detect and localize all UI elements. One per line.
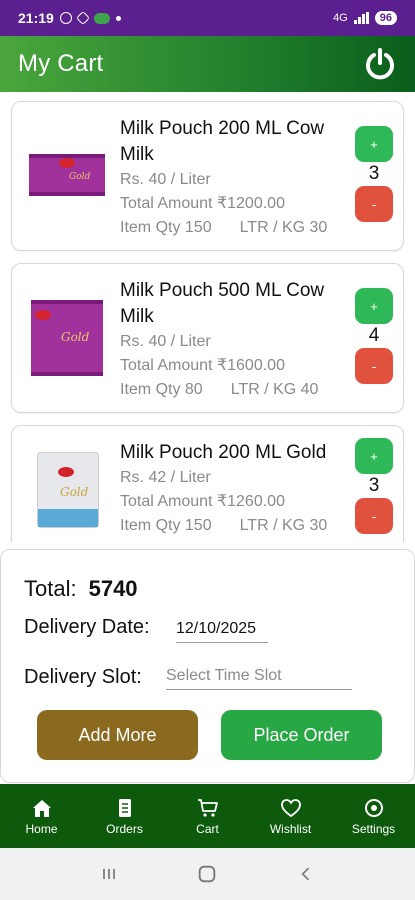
item-ltr-kg: LTR / KG 30 xyxy=(239,517,328,534)
power-icon xyxy=(366,48,394,80)
whatsapp-notification-icon xyxy=(93,12,110,24)
home-icon xyxy=(32,799,51,817)
increase-button[interactable]: + xyxy=(355,126,393,162)
order-summary-panel: Total: 5740 Delivery Date: 12/10/2025 De… xyxy=(0,549,415,783)
delivery-slot-label: Delivery Slot: xyxy=(24,666,142,688)
home-circle-icon xyxy=(199,865,216,883)
app-notification-icon xyxy=(75,10,90,26)
notification-icon xyxy=(59,12,72,24)
status-time: 21:19 xyxy=(18,10,54,26)
item-info: Milk Pouch 500 ML Cow Milk Rs. 40 / Lite… xyxy=(120,278,356,402)
quantity-stepper: + 4 - xyxy=(355,288,393,384)
decrease-button[interactable]: - xyxy=(355,186,393,222)
nav-label: Settings xyxy=(351,821,396,836)
add-more-button[interactable]: Add More xyxy=(37,710,198,760)
delivery-slot-select[interactable]: Select Time Slot xyxy=(166,667,352,690)
nav-item-settings[interactable]: Settings xyxy=(332,784,415,848)
status-right: 4G 96 xyxy=(333,11,397,25)
product-image: Gold xyxy=(27,142,107,207)
increase-button[interactable]: + xyxy=(355,438,393,474)
item-price: Rs. 42 / Liter xyxy=(120,469,211,486)
battery-icon: 96 xyxy=(374,11,397,25)
settings-icon xyxy=(364,798,383,817)
item-info: Milk Pouch 200 ML Cow Milk Rs. 40 / Lite… xyxy=(120,116,356,240)
item-qty: Item Qty 80 xyxy=(120,381,203,398)
item-ltr-kg: LTR / KG 30 xyxy=(239,219,328,236)
delivery-date-label: Delivery Date: xyxy=(24,616,150,638)
delivery-date-field[interactable]: 12/10/2025 xyxy=(176,620,268,643)
quantity-stepper: + 3 - xyxy=(355,126,393,222)
nav-item-orders[interactable]: Orders xyxy=(83,784,166,848)
quantity-stepper: + 3 - xyxy=(355,438,393,534)
more-notifications-icon xyxy=(115,15,121,21)
item-price: Rs. 40 / Liter xyxy=(120,333,211,350)
recent-apps-button[interactable] xyxy=(97,862,121,886)
item-price: Rs. 40 / Liter xyxy=(120,171,211,188)
page-title: My Cart xyxy=(18,50,104,77)
item-total: Total Amount ₹1260.00 xyxy=(120,493,285,510)
back-chevron-icon xyxy=(301,867,309,881)
item-qty: Item Qty 150 xyxy=(120,219,212,236)
nav-label: Cart xyxy=(196,821,219,836)
nav-item-home[interactable]: Home xyxy=(0,784,83,848)
nav-label: Home xyxy=(25,821,58,836)
item-qty-row: Item Qty 80 LTR / KG 40 xyxy=(120,378,356,402)
quantity-value: 3 xyxy=(368,163,380,184)
total-value: 5740 xyxy=(88,576,138,601)
cart-item-card: Gold Milk Pouch 200 ML Cow Milk Rs. 40 /… xyxy=(11,101,404,251)
item-ltr-kg: LTR / KG 40 xyxy=(230,381,319,398)
product-image: Gold xyxy=(27,452,107,531)
signal-icon xyxy=(353,12,369,24)
quantity-value: 3 xyxy=(368,475,380,496)
item-qty: Item Qty 150 xyxy=(120,517,212,534)
system-navigation-bar xyxy=(0,848,415,900)
heart-icon xyxy=(280,798,301,817)
status-bar: 21:19 4G 96 xyxy=(0,0,415,36)
item-total: Total Amount ₹1200.00 xyxy=(120,195,285,212)
power-button[interactable] xyxy=(363,47,397,81)
increase-button[interactable]: + xyxy=(355,288,393,324)
nav-item-cart[interactable]: Cart xyxy=(166,784,249,848)
item-info: Milk Pouch 200 ML Gold Rs. 42 / Liter To… xyxy=(120,440,356,538)
item-qty-row: Item Qty 150 LTR / KG 30 xyxy=(120,216,356,240)
product-image: Gold xyxy=(27,300,107,376)
bottom-navigation: Home Orders Cart Wishlist Settings xyxy=(0,784,415,848)
nav-item-wishlist[interactable]: Wishlist xyxy=(249,784,332,848)
nav-label: Orders xyxy=(106,821,143,836)
total-row: Total: 5740 xyxy=(24,576,138,602)
place-order-button[interactable]: Place Order xyxy=(221,710,382,760)
item-name: Milk Pouch 200 ML Gold xyxy=(120,442,327,463)
item-name: Milk Pouch 200 ML Cow Milk xyxy=(120,118,325,165)
item-total: Total Amount ₹1600.00 xyxy=(120,357,285,374)
home-system-button[interactable] xyxy=(195,862,219,886)
item-qty-row: Item Qty 150 LTR / KG 30 xyxy=(120,514,356,538)
decrease-button[interactable]: - xyxy=(355,348,393,384)
cart-item-card: Gold Milk Pouch 500 ML Cow Milk Rs. 40 /… xyxy=(11,263,404,413)
cart-list[interactable]: Gold Milk Pouch 200 ML Cow Milk Rs. 40 /… xyxy=(0,92,415,542)
status-left: 21:19 xyxy=(18,10,121,26)
cart-item-card: Gold Milk Pouch 200 ML Gold Rs. 42 / Lit… xyxy=(11,425,404,542)
decrease-button[interactable]: - xyxy=(355,498,393,534)
orders-icon xyxy=(118,798,131,817)
total-label: Total: xyxy=(24,576,77,601)
quantity-value: 4 xyxy=(368,325,380,346)
network-type-label: 4G xyxy=(333,12,348,24)
recent-apps-icon xyxy=(103,869,115,879)
cart-icon xyxy=(197,798,218,817)
item-name: Milk Pouch 500 ML Cow Milk xyxy=(120,280,325,327)
app-bar: My Cart xyxy=(0,36,415,92)
back-button[interactable] xyxy=(294,862,318,886)
nav-label: Wishlist xyxy=(269,821,312,836)
